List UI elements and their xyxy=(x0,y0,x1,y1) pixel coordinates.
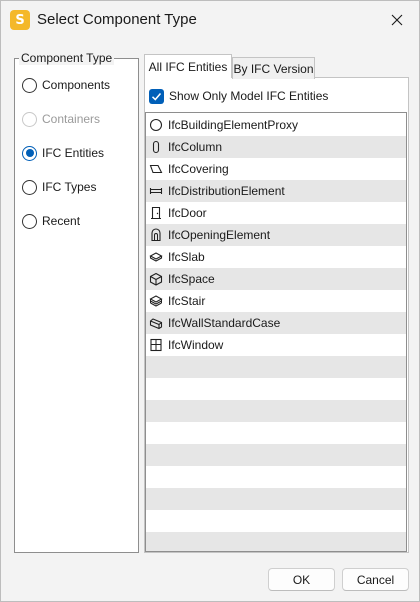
list-item-label: IfcWallStandardCase xyxy=(168,316,281,330)
slab-icon xyxy=(149,250,163,264)
list-item-label: IfcStair xyxy=(168,294,206,308)
list-item[interactable]: IfcDoor xyxy=(146,202,406,224)
empty-row xyxy=(146,488,406,510)
radio-containers: Containers xyxy=(22,110,100,128)
close-icon xyxy=(391,14,403,26)
list-item[interactable]: IfcOpeningElement xyxy=(146,224,406,246)
show-only-model-checkbox-row[interactable]: Show Only Model IFC Entities xyxy=(149,87,328,105)
radio-label: IFC Types xyxy=(42,180,97,194)
close-button[interactable] xyxy=(375,1,419,39)
circle-icon xyxy=(149,118,163,132)
list-item[interactable]: IfcCovering xyxy=(146,158,406,180)
empty-row xyxy=(146,378,406,400)
component-type-legend: Component Type xyxy=(19,51,115,65)
wall-icon xyxy=(149,316,163,330)
tab-all-ifc-entities[interactable]: All IFC Entities xyxy=(144,54,232,78)
list-item-label: IfcSlab xyxy=(168,250,205,264)
list-item-label: IfcBuildingElementProxy xyxy=(168,118,299,132)
empty-row xyxy=(146,444,406,466)
list-item-label: IfcCovering xyxy=(168,162,229,176)
cancel-button[interactable]: Cancel xyxy=(342,568,409,591)
entity-list[interactable]: IfcBuildingElementProxy IfcColumn IfcCov… xyxy=(145,112,407,552)
list-item[interactable]: IfcDistributionElement xyxy=(146,180,406,202)
radio-label: Containers xyxy=(42,112,101,126)
empty-row xyxy=(146,532,406,551)
list-item-label: IfcSpace xyxy=(168,272,215,286)
radio-label: IFC Entities xyxy=(42,146,105,160)
radio-label: Recent xyxy=(42,214,81,228)
list-item[interactable]: IfcStair xyxy=(146,290,406,312)
list-item[interactable]: IfcBuildingElementProxy xyxy=(146,114,406,136)
radio-label: Components xyxy=(42,78,111,92)
list-item-label: IfcDistributionElement xyxy=(168,184,285,198)
space-cube-icon xyxy=(149,272,163,286)
radio-ifc-types[interactable]: IFC Types xyxy=(22,178,96,196)
radio-ifc-entities[interactable]: IFC Entities xyxy=(22,144,104,162)
list-item[interactable]: IfcSlab xyxy=(146,246,406,268)
list-item[interactable]: IfcColumn xyxy=(146,136,406,158)
list-item-label: IfcOpeningElement xyxy=(168,228,271,242)
opening-icon xyxy=(149,228,163,242)
empty-row xyxy=(146,510,406,532)
radio-recent[interactable]: Recent xyxy=(22,212,80,230)
covering-icon xyxy=(149,162,163,176)
radio-button[interactable] xyxy=(22,179,37,195)
distribution-icon xyxy=(149,184,163,198)
radio-button-selected[interactable] xyxy=(22,145,37,161)
list-item[interactable]: IfcSpace xyxy=(146,268,406,290)
empty-row xyxy=(146,466,406,488)
radio-components[interactable]: Components xyxy=(22,76,110,94)
radio-button[interactable] xyxy=(22,77,37,93)
list-item-label: IfcDoor xyxy=(168,206,207,220)
list-item[interactable]: IfcWindow xyxy=(146,334,406,356)
radio-button xyxy=(22,111,37,127)
empty-row xyxy=(146,400,406,422)
empty-row xyxy=(146,422,406,444)
component-type-group xyxy=(14,58,139,553)
list-item-label: IfcWindow xyxy=(168,338,224,352)
app-logo-icon: S xyxy=(10,10,30,30)
empty-row xyxy=(146,356,406,378)
checkbox-label: Show Only Model IFC Entities xyxy=(169,89,329,103)
list-item[interactable]: IfcWallStandardCase xyxy=(146,312,406,334)
door-icon xyxy=(149,206,163,220)
list-item-label: IfcColumn xyxy=(168,140,223,154)
column-icon xyxy=(149,140,163,154)
radio-button[interactable] xyxy=(22,213,37,229)
window-icon xyxy=(149,338,163,352)
checkmark-icon xyxy=(151,92,162,101)
checkbox-checked[interactable] xyxy=(149,88,164,104)
tab-by-ifc-version[interactable]: By IFC Version xyxy=(232,57,315,79)
title-bar: S Select Component Type xyxy=(1,1,419,39)
ok-button[interactable]: OK xyxy=(268,568,335,591)
app-logo-letter: S xyxy=(15,12,25,28)
dialog-window: S Select Component Type Component Type C… xyxy=(0,0,420,602)
dialog-title: Select Component Type xyxy=(37,11,197,28)
stair-icon xyxy=(149,294,163,308)
